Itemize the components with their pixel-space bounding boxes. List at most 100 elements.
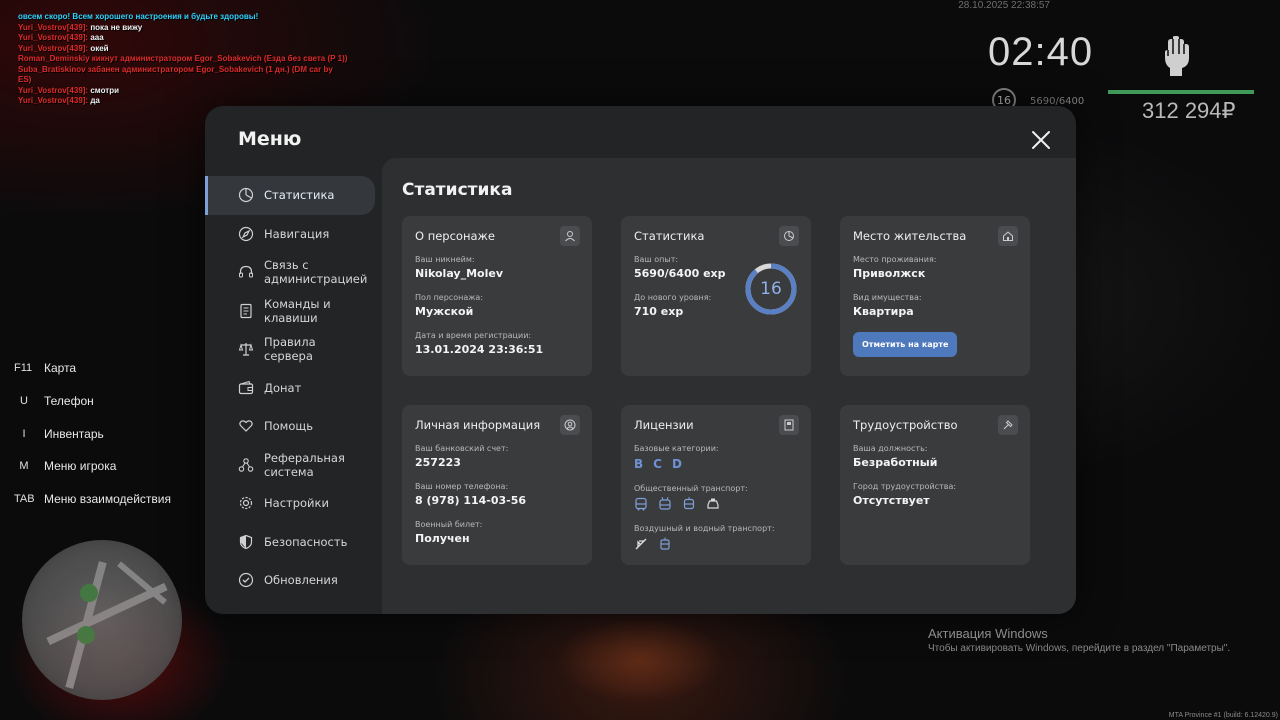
- chat-text: Yuri_Vostrov[439]:: [18, 43, 91, 53]
- sidebar-item-donate[interactable]: Донат: [205, 369, 381, 408]
- health-bar-fill: [1108, 90, 1254, 94]
- document-icon: [240, 303, 252, 318]
- stats-panel: Статистика О персонаже Ваш никнейм: Niko…: [382, 158, 1076, 614]
- registration-label: Дата и время регистрации:: [415, 331, 532, 340]
- license-categories: BCD: [634, 457, 798, 471]
- chat-text: пока не вижу: [90, 22, 143, 32]
- sidebar-item-label: Реферальная система: [264, 450, 345, 479]
- key-action: Карта: [44, 361, 77, 376]
- pie-chart-icon: [779, 226, 799, 246]
- check-circle-icon: [238, 573, 254, 588]
- tram-icon: [683, 497, 695, 510]
- minimap: [22, 540, 182, 700]
- card-employment: Трудоустройство Ваша должность: Безработ…: [840, 405, 1030, 565]
- sidebar-item-admin-contact[interactable]: Связь с администрацией: [205, 253, 381, 292]
- military-label: Военный билет:: [415, 520, 483, 529]
- registration-value: 13.01.2024 23:36:51: [415, 343, 544, 356]
- windows-activation-notice: Активация Windows Чтобы активировать Win…: [928, 626, 1230, 654]
- key-label: F11: [14, 362, 33, 375]
- close-icon[interactable]: [1031, 130, 1051, 150]
- key-label: TAB: [14, 493, 35, 506]
- sidebar-item-rules[interactable]: Правила сервера: [205, 330, 381, 369]
- key-label: U: [20, 395, 28, 408]
- boat-icon: [660, 537, 670, 550]
- chat-line: овсем скоро! Всем хорошего настроения и …: [18, 12, 348, 23]
- license-category: C: [653, 457, 662, 471]
- key-action: Меню игрока: [44, 459, 117, 474]
- id-card-icon: [779, 415, 799, 435]
- chat-line: Yuri_Vostrov[439]: ааа: [18, 33, 348, 44]
- sidebar-item-settings[interactable]: Настройки: [205, 484, 381, 523]
- sidebar-item-updates[interactable]: Обновления: [205, 561, 381, 600]
- level-value: 16: [760, 279, 782, 299]
- keybind-hint: F11 Карта: [14, 352, 171, 385]
- hammer-icon: [998, 415, 1018, 435]
- network-icon: [238, 457, 254, 472]
- sidebar-item-commands[interactable]: Команды и клавиши: [205, 292, 381, 331]
- sidebar-item-label: Правила сервера: [264, 335, 316, 364]
- gear-icon: [239, 497, 253, 510]
- chat-text: овсем скоро! Всем хорошего настроения и …: [18, 12, 259, 21]
- phone-label: Ваш номер телефона:: [415, 482, 509, 491]
- chat-line: Yuri_Vostrov[439]: да: [18, 96, 348, 107]
- sidebar-item-navigation[interactable]: Навигация: [205, 215, 381, 254]
- key-label: M: [19, 460, 29, 473]
- chat-text: Yuri_Vostrov[439]:: [18, 96, 91, 105]
- menu-window: Меню Статистика Навигация Связь с админист…: [205, 106, 1076, 614]
- hud-datetime: 28.10.2025 22:38:57: [958, 0, 1050, 11]
- sidebar-item-label: Безопасность: [264, 534, 348, 549]
- license-category: D: [671, 457, 682, 471]
- key-action: Инвентарь: [44, 426, 104, 441]
- keybind-hint: TAB Меню взаимодействия: [14, 483, 171, 516]
- keybind-hint: I Инвентарь: [14, 417, 171, 450]
- property-label: Вид имущества:: [853, 293, 922, 302]
- chat-log: овсем скоро! Всем хорошего настроения и …: [18, 12, 348, 107]
- chat-text: Yuri_Vostrov[439]:: [18, 22, 91, 32]
- sidebar-item-label: Донат: [264, 380, 302, 395]
- chat-text: Yuri_Vostrov[439]:: [18, 33, 91, 42]
- chat-text: Yuri_Vostrov[439]:: [18, 85, 91, 95]
- card-statistics: Статистика Ваш опыт: 5690/6400 exp До но…: [621, 216, 811, 376]
- key-action: Меню взаимодействия: [44, 492, 171, 507]
- card-personal: Личная информация Ваш банковский счет: 2…: [402, 405, 592, 565]
- sidebar-item-label: Навигация: [264, 226, 330, 241]
- fist-icon: [1165, 36, 1189, 76]
- sidebar-item-help[interactable]: Помощь: [205, 407, 381, 446]
- mark-on-map-button[interactable]: Отметить на карте: [853, 332, 958, 357]
- chat-text: окей: [90, 43, 109, 53]
- military-value: Получен: [415, 532, 470, 545]
- sidebar-item-label: Связь с администрацией: [264, 258, 368, 287]
- bank-value: 257223: [415, 456, 461, 469]
- airplane-icon: [635, 538, 647, 550]
- scales-icon: [238, 343, 254, 356]
- public-transport-licenses: [634, 497, 798, 511]
- keybind-hint: M Меню игрока: [14, 450, 171, 483]
- chat-line: Yuri_Vostrov[439]: окей: [18, 44, 348, 55]
- position-label: Ваша должность:: [853, 444, 928, 453]
- chat-text: да: [90, 96, 100, 105]
- headset-icon: [239, 266, 253, 278]
- menu-sidebar: Статистика Навигация Связь с администрацие…: [205, 176, 381, 600]
- taxi-icon: [707, 498, 719, 509]
- sidebar-item-stats[interactable]: Статистика: [205, 176, 375, 215]
- wallet-icon: [238, 380, 254, 394]
- sidebar-item-security[interactable]: Безопасность: [205, 523, 381, 562]
- card-title: Статистика: [634, 229, 705, 243]
- compass-icon: [238, 226, 254, 241]
- public-transport-label: Общественный транспорт:: [634, 484, 748, 493]
- level-progress-ring: 16: [744, 262, 798, 316]
- license-category: B: [634, 457, 644, 471]
- keybind-hint: U Телефон: [14, 385, 171, 418]
- key-action: Телефон: [44, 394, 94, 409]
- pie-chart-icon: [238, 188, 254, 203]
- nickname-value: Nikolay_Molev: [415, 267, 503, 280]
- basic-categories-label: Базовые категории:: [634, 444, 719, 453]
- activation-title: Активация Windows: [928, 626, 1048, 641]
- chat-text: Roman_Deminskiy кикнут администратором E…: [18, 54, 348, 63]
- sidebar-item-referral[interactable]: Реферальная система: [205, 446, 381, 485]
- sidebar-item-label: Команды и клавиши: [264, 296, 331, 325]
- health-bar: [1108, 90, 1254, 94]
- shield-icon: [239, 534, 253, 549]
- bank-label: Ваш банковский счет:: [415, 444, 509, 453]
- air-water-licenses: [634, 537, 798, 551]
